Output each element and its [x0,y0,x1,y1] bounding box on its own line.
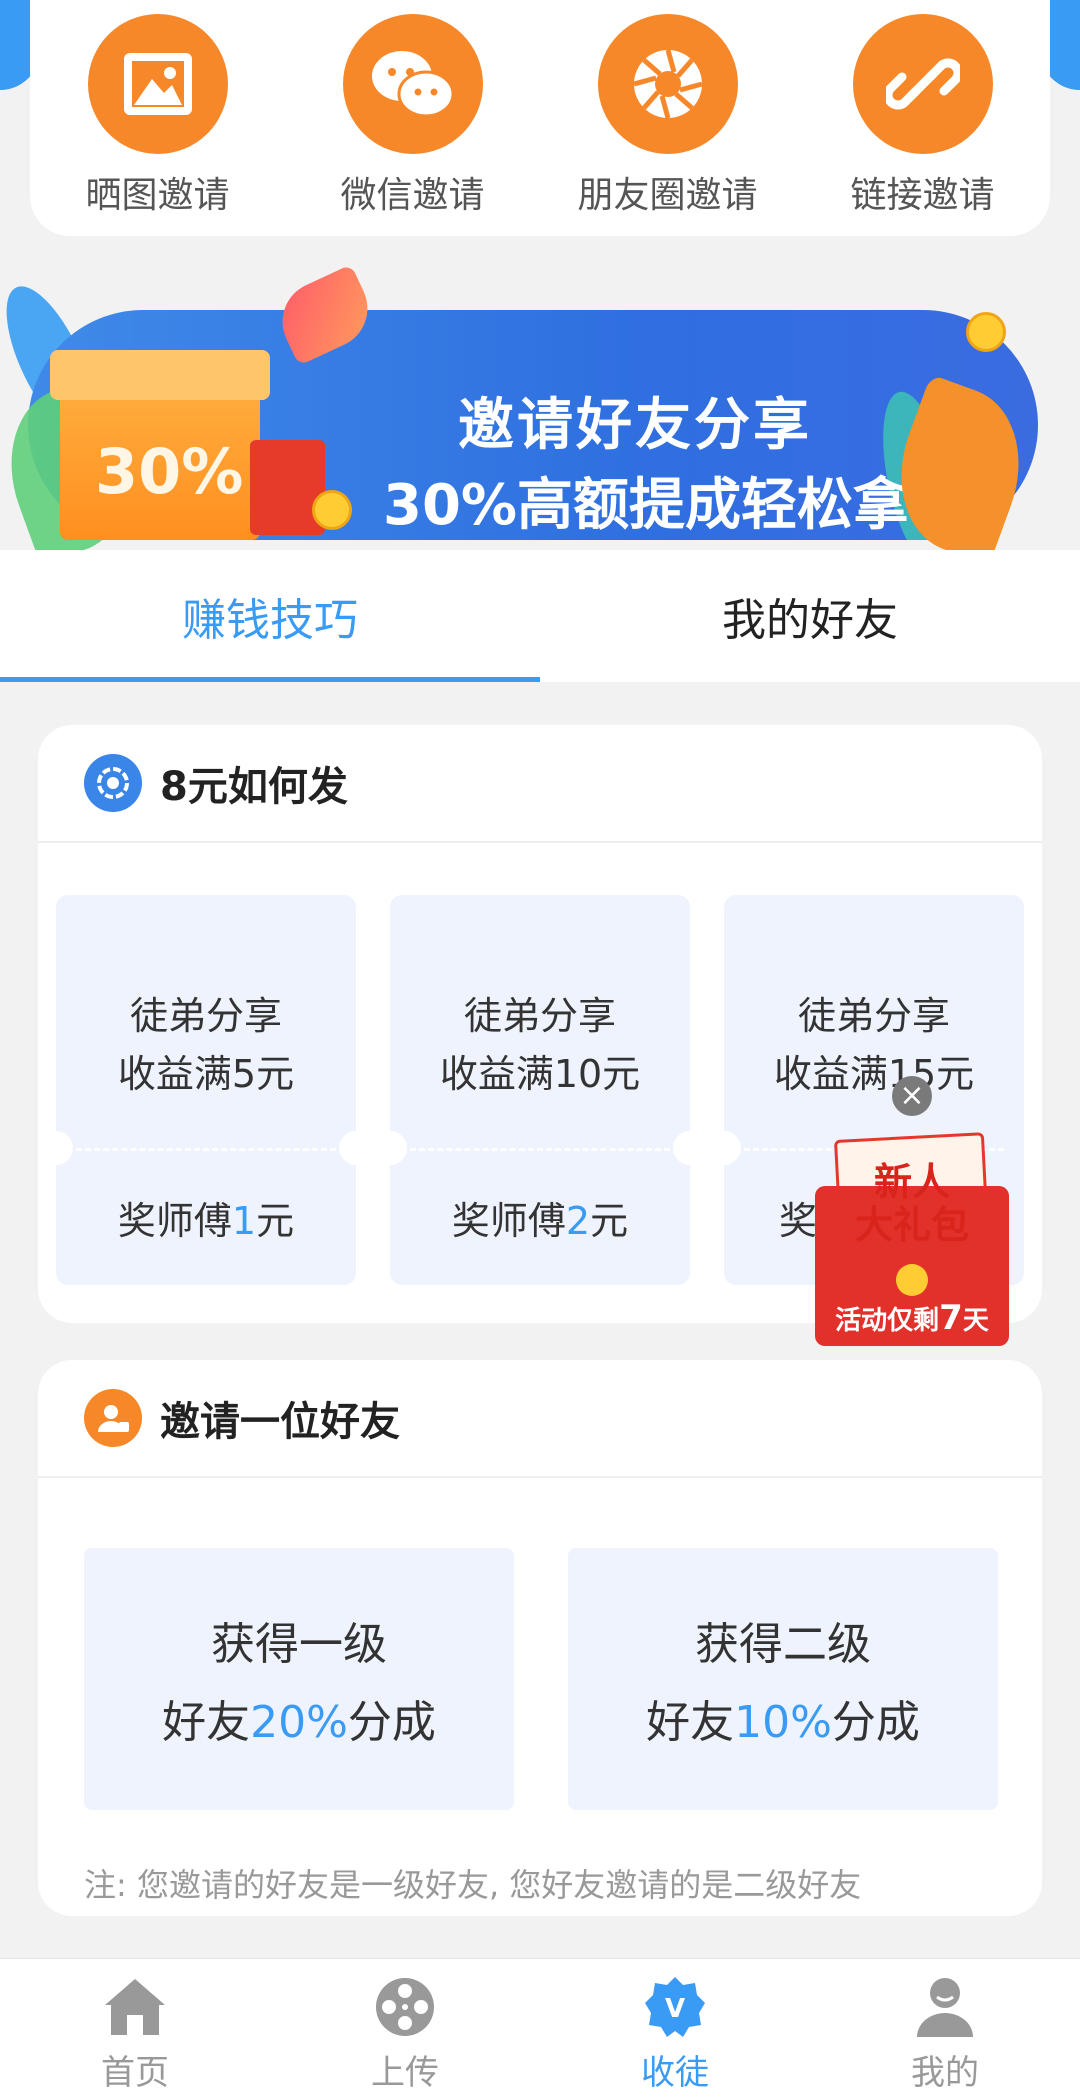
invite-note: 注: 您邀请的好友是一级好友, 您好友邀请的是二级好友 [84,1866,862,1904]
nav-home[interactable]: 首页 [0,1959,270,2098]
reward-line2: 收益满5元 [117,1052,295,1096]
share-label: 微信邀请 [340,175,485,216]
level-title: 获得一级 [211,1619,387,1670]
level-two-card: 获得二级 好友10%分成 [568,1548,998,1810]
reward-line2: 收益满10元 [439,1052,641,1096]
reward-card-header: 8元如何发 [38,725,1042,843]
popup-footer-prefix: 活动仅剩 [835,1306,940,1336]
close-icon[interactable]: × [892,1076,932,1116]
nav-upload[interactable]: 上传 [270,1959,540,2098]
popup-footer-days: 7 [939,1298,963,1338]
moments-icon [597,14,738,154]
tab-my-friends[interactable]: 我的好友 [540,550,1080,682]
invite-card-header: 邀请一位好友 [38,1360,1042,1478]
share-label: 朋友圈邀请 [577,175,758,216]
gift-badge: 30% [95,435,244,508]
level-prefix: 好友 [646,1697,735,1748]
share-label: 链接邀请 [850,175,995,216]
invite-card-title: 邀请一位好友 [160,1399,400,1445]
reward-line1: 徒弟分享 [463,994,616,1038]
promo-banner[interactable]: 邀请好友分享 30%高额提成轻松拿 30% [0,264,1080,566]
level-share: 好友10%分成 [646,1686,920,1750]
level-percent: 10% [734,1697,832,1748]
nav-label: 收徒 [641,2053,709,2093]
popup-line2: 大礼包 [854,1203,969,1247]
wechat-icon [342,14,483,154]
coin-icon [312,490,352,530]
reward-prefix: 奖师傅 [117,1199,232,1243]
nav-label: 上传 [371,2053,439,2093]
nav-apprentice[interactable]: V 收徒 [540,1959,810,2098]
gift-lid [50,350,270,400]
reward-item: 徒弟分享 收益满5元 奖师傅1元 [39,895,373,1285]
nav-label: 首页 [101,2053,169,2093]
share-link-invite[interactable]: 链接邀请 [808,14,1038,218]
home-icon [101,1975,169,2039]
nav-mine[interactable]: 我的 [810,1959,1080,2098]
divider [76,1148,336,1151]
tab-bar: 赚钱技巧 我的好友 [0,550,1080,682]
share-image-invite[interactable]: 晒图邀请 [43,14,273,218]
bottom-nav: 首页 上传 V 收徒 我的 [0,1958,1080,2098]
film-reel-icon [371,1975,439,2039]
reward-amount: 奖师傅2元 [390,1190,690,1245]
invite-card: 邀请一位好友 获得一级 好友20%分成 获得二级 好友10%分成 注: 您邀请的… [38,1360,1042,1916]
user-icon [911,1975,979,2039]
user-add-icon [84,1389,142,1447]
link-icon [852,14,993,154]
notch [39,1131,73,1165]
share-label: 晒图邀请 [85,175,230,216]
notch [373,1131,407,1165]
share-wechat-invite[interactable]: 微信邀请 [298,14,528,218]
level-suffix: 分成 [831,1697,920,1748]
image-icon [87,14,228,154]
level-title: 获得二级 [695,1619,871,1670]
share-methods-card: 晒图邀请 微信邀请 朋友圈邀请 链接邀请 [30,0,1050,236]
small-gift-icon [250,440,325,535]
reward-card-title: 8元如何发 [160,764,348,810]
coin-icon [896,1264,928,1296]
level-percent: 20% [250,1697,348,1748]
coin-icon [966,312,1006,352]
notch [707,1131,741,1165]
settings-circle-icon [84,754,142,812]
level-share: 好友20%分成 [162,1686,436,1750]
reward-item: 徒弟分享 收益满10元 奖师傅2元 [373,895,707,1285]
notch [673,1131,707,1165]
reward-suffix: 元 [256,1199,295,1243]
reward-value: 1 [231,1199,257,1243]
level-prefix: 好友 [162,1697,251,1748]
popup-footer: 活动仅剩7天 [812,1298,1012,1338]
banner-headline: 邀请好友分享 [458,393,812,458]
nav-label: 我的 [911,2053,979,2093]
popup-footer-suffix: 天 [962,1306,989,1336]
share-moments-invite[interactable]: 朋友圈邀请 [553,14,783,218]
vip-badge-icon: V [641,1975,709,2039]
level-suffix: 分成 [347,1697,436,1748]
tab-earning-tips[interactable]: 赚钱技巧 [0,550,540,682]
reward-line1: 徒弟分享 [797,994,950,1038]
level-one-card: 获得一级 好友20%分成 [84,1548,514,1810]
banner-subline: 30%高额提成轻松拿 [383,473,910,538]
reward-line1: 徒弟分享 [129,994,282,1038]
reward-suffix: 元 [590,1199,629,1243]
reward-prefix: 奖师傅 [451,1199,566,1243]
svg-text:V: V [665,1994,685,2024]
reward-value: 2 [565,1199,591,1243]
newbie-gift-popup[interactable]: 新人 大礼包 活动仅剩7天 × [812,1076,1012,1346]
divider [410,1148,670,1151]
reward-amount: 奖师傅1元 [56,1190,356,1245]
notch [339,1131,373,1165]
